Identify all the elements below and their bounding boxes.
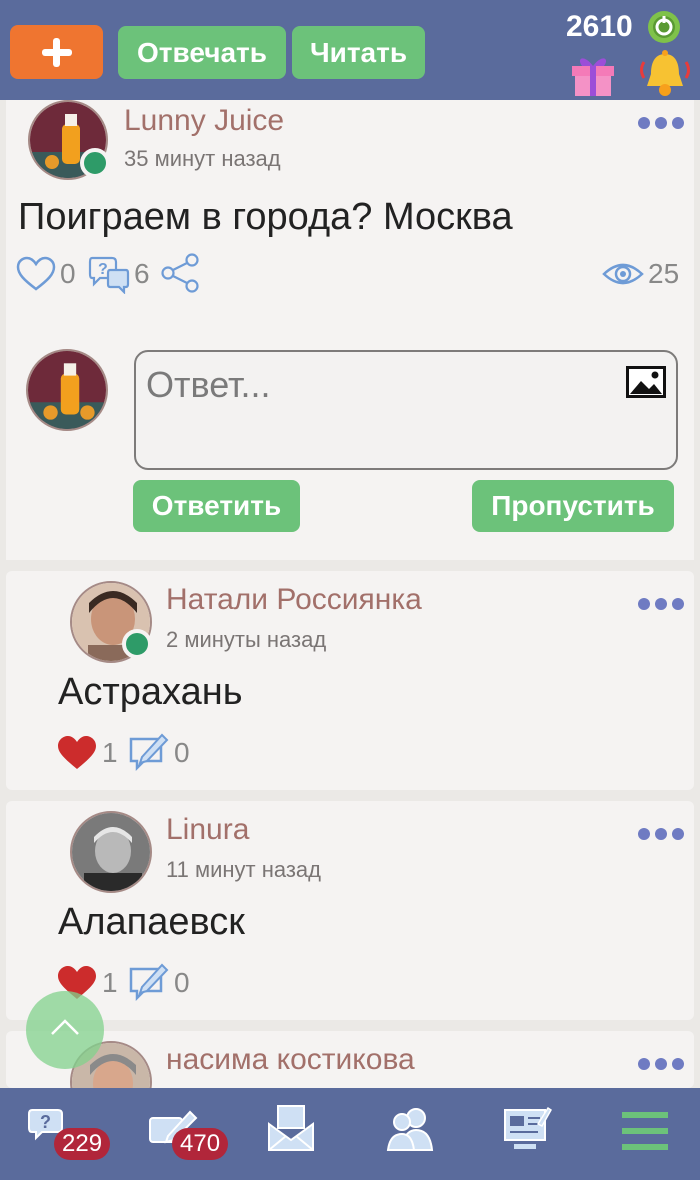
- author-name[interactable]: Linura: [166, 813, 249, 847]
- svg-text:?: ?: [98, 261, 108, 278]
- submit-reply-button[interactable]: Ответить: [133, 480, 300, 532]
- attach-image-icon[interactable]: [626, 366, 666, 398]
- author-name[interactable]: насима костикова: [166, 1043, 415, 1077]
- author-name[interactable]: Lunny Juice: [124, 104, 284, 138]
- chevron-up-icon: [51, 1019, 79, 1035]
- replies-count: 0: [174, 967, 190, 998]
- notifications-bell-icon[interactable]: [636, 46, 694, 100]
- reply-input[interactable]: [146, 364, 606, 406]
- scroll-to-top-button[interactable]: [26, 991, 104, 1069]
- reply-box: [134, 350, 678, 470]
- share-icon[interactable]: [160, 252, 200, 294]
- messages-envelope-icon[interactable]: [266, 1104, 316, 1154]
- skip-button[interactable]: Пропустить: [472, 480, 674, 532]
- answers-icon[interactable]: ?: [88, 254, 130, 294]
- reply-comment-icon[interactable]: [128, 961, 170, 1003]
- author-name[interactable]: Натали Россиянка: [166, 583, 422, 617]
- my-avatar[interactable]: [26, 349, 108, 431]
- gift-icon[interactable]: [568, 50, 618, 98]
- online-indicator: [122, 629, 152, 659]
- likes-count: 1: [102, 967, 118, 998]
- bottom-nav: ? 229 470: [0, 1088, 700, 1180]
- more-options-button[interactable]: [638, 116, 684, 130]
- answer-time: 11 минут назад: [166, 857, 321, 882]
- tab-answer[interactable]: Отвечать: [118, 26, 286, 79]
- nav-answers[interactable]: 470: [148, 1102, 238, 1172]
- views-eye-icon: [602, 263, 644, 285]
- avatar[interactable]: [70, 811, 152, 893]
- views-count: 25: [648, 258, 680, 289]
- like-heart-icon[interactable]: [56, 735, 98, 771]
- nav-questions[interactable]: ? 229: [28, 1102, 111, 1172]
- top-bar: Отвечать Читать 2610: [0, 0, 700, 100]
- answer-time: 2 минуты назад: [166, 627, 327, 652]
- answers-badge: 470: [172, 1128, 229, 1160]
- tab-read[interactable]: Читать: [292, 26, 425, 79]
- reply-comment-icon[interactable]: [128, 731, 170, 773]
- answer-card: насима костикова: [6, 1031, 694, 1088]
- coin-icon[interactable]: [646, 9, 682, 45]
- question-text: Поиграем в города? Москва: [18, 196, 513, 238]
- more-options-button[interactable]: [638, 597, 684, 611]
- online-indicator: [80, 148, 110, 178]
- answer-text: Астрахань: [58, 671, 243, 713]
- like-heart-icon[interactable]: [16, 256, 56, 292]
- svg-text:?: ?: [40, 1112, 51, 1132]
- question-card: Lunny Juice 35 минут назад Поиграем в го…: [6, 100, 694, 560]
- answer-text: Алапаевск: [58, 901, 245, 943]
- coins-count: 2610: [566, 10, 633, 43]
- more-options-button[interactable]: [638, 1057, 684, 1071]
- likes-count: 1: [102, 737, 118, 768]
- more-options-button[interactable]: [638, 827, 684, 841]
- answers-count: 6: [134, 258, 150, 289]
- friends-icon[interactable]: [384, 1104, 436, 1154]
- menu-icon[interactable]: [622, 1112, 668, 1154]
- post-time: 35 минут назад: [124, 146, 281, 171]
- likes-count: 0: [60, 258, 76, 289]
- replies-count: 0: [174, 737, 190, 768]
- blog-news-icon[interactable]: [502, 1104, 552, 1154]
- questions-badge: 229: [54, 1128, 111, 1160]
- answer-card: Натали Россиянка 2 минуты назад Астрахан…: [6, 571, 694, 790]
- answer-card: Linura 11 минут назад Алапаевск 1 0: [6, 801, 694, 1020]
- add-question-button[interactable]: [10, 25, 103, 79]
